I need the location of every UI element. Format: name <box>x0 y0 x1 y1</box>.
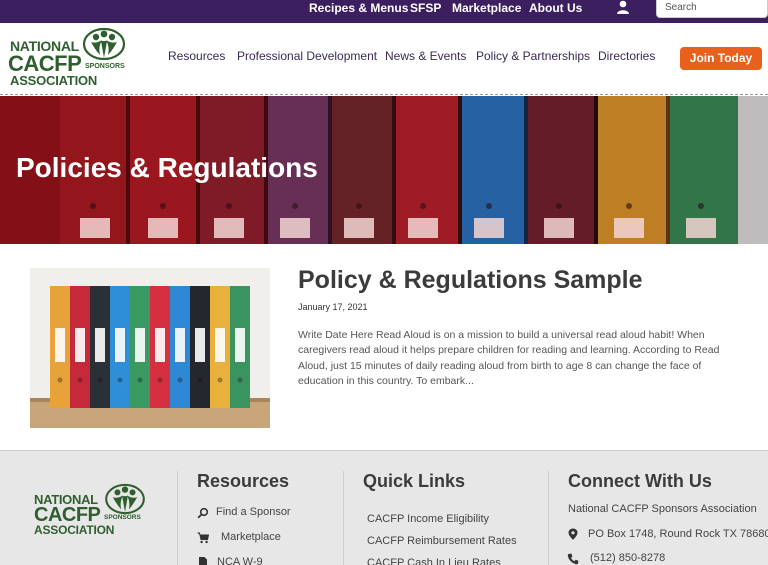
footer-logo-text-sponsors: SPONSORS <box>104 514 141 521</box>
footer-org-name: National CACFP Sponsors Association <box>568 503 757 515</box>
document-icon <box>199 557 207 565</box>
footer-link-marketplace[interactable]: Marketplace <box>221 531 281 543</box>
footer-quick-links-heading: Quick Links <box>363 471 466 491</box>
binders-thumbnail-image <box>30 268 270 428</box>
search-icon <box>197 507 209 519</box>
footer-link-find-a-sponsor[interactable]: Find a Sponsor <box>216 506 291 518</box>
post-thumbnail[interactable] <box>30 268 270 428</box>
logo-text-association: ASSOCIATION <box>10 73 98 88</box>
footer-phone-link[interactable]: (512) 850-8278 <box>590 552 665 564</box>
people-emblem-icon <box>105 483 145 515</box>
post-excerpt: Write Date Here Read Aloud is on a missi… <box>298 329 720 387</box>
top-utility-bar: Recipes & Menus SFSP Marketplace About U… <box>0 0 768 23</box>
topbar-link-sfsp[interactable]: SFSP <box>410 1 441 15</box>
post-title-link[interactable]: Policy & Regulations Sample <box>298 266 643 295</box>
page-title: Policies & Regulations <box>16 152 318 183</box>
logo-text-sponsors: SPONSORS <box>85 63 125 70</box>
site-logo[interactable]: NATIONAL CACFP SPONSORS ASSOCIATION <box>8 27 128 89</box>
post-date: January 17, 2021 <box>298 302 368 312</box>
nav-item-policy-partnerships[interactable]: Policy & Partnerships <box>476 49 590 63</box>
footer-divider <box>548 471 549 565</box>
footer-logo-text-association: ASSOCIATION <box>34 523 115 537</box>
site-header: NATIONAL CACFP SPONSORS ASSOCIATION Reso… <box>0 23 768 95</box>
people-emblem-icon <box>82 27 126 61</box>
nav-item-resources[interactable]: Resources <box>168 49 225 63</box>
footer-divider <box>177 471 178 565</box>
search-input[interactable] <box>657 0 767 13</box>
footer-divider <box>343 471 344 565</box>
topbar-link-marketplace[interactable]: Marketplace <box>452 1 521 15</box>
nav-item-news-events[interactable]: News & Events <box>385 49 466 63</box>
footer-logo[interactable]: NATIONAL CACFP SPONSORS ASSOCIATION <box>34 483 154 543</box>
site-footer: NATIONAL CACFP SPONSORS ASSOCIATION Reso… <box>0 450 768 565</box>
search-box <box>656 0 768 18</box>
topbar-link-recipes-menus[interactable]: Recipes & Menus <box>309 1 408 15</box>
join-today-button[interactable]: Join Today <box>680 47 762 70</box>
user-account-icon[interactable] <box>616 0 630 14</box>
footer-link-income-eligibility[interactable]: CACFP Income Eligibility <box>367 513 489 525</box>
footer-address: PO Box 1748, Round Rock TX 78680 <box>588 528 768 540</box>
footer-resources-heading: Resources <box>197 471 290 491</box>
map-pin-icon <box>568 528 578 540</box>
nav-item-professional-development[interactable]: Professional Development <box>237 49 377 63</box>
footer-link-nca-w9[interactable]: NCA W-9 <box>217 556 263 565</box>
hero-banner: Policies & Regulations <box>0 96 768 244</box>
phone-icon <box>567 553 579 565</box>
nav-item-directories[interactable]: Directories <box>598 49 655 63</box>
footer-link-reimbursement-rates[interactable]: CACFP Reimbursement Rates <box>367 535 517 547</box>
footer-link-cash-in-lieu-rates[interactable]: CACFP Cash In Lieu Rates <box>367 557 501 565</box>
cart-icon <box>197 532 209 544</box>
topbar-link-about-us[interactable]: About Us <box>529 1 582 15</box>
footer-connect-heading: Connect With Us <box>568 471 712 491</box>
